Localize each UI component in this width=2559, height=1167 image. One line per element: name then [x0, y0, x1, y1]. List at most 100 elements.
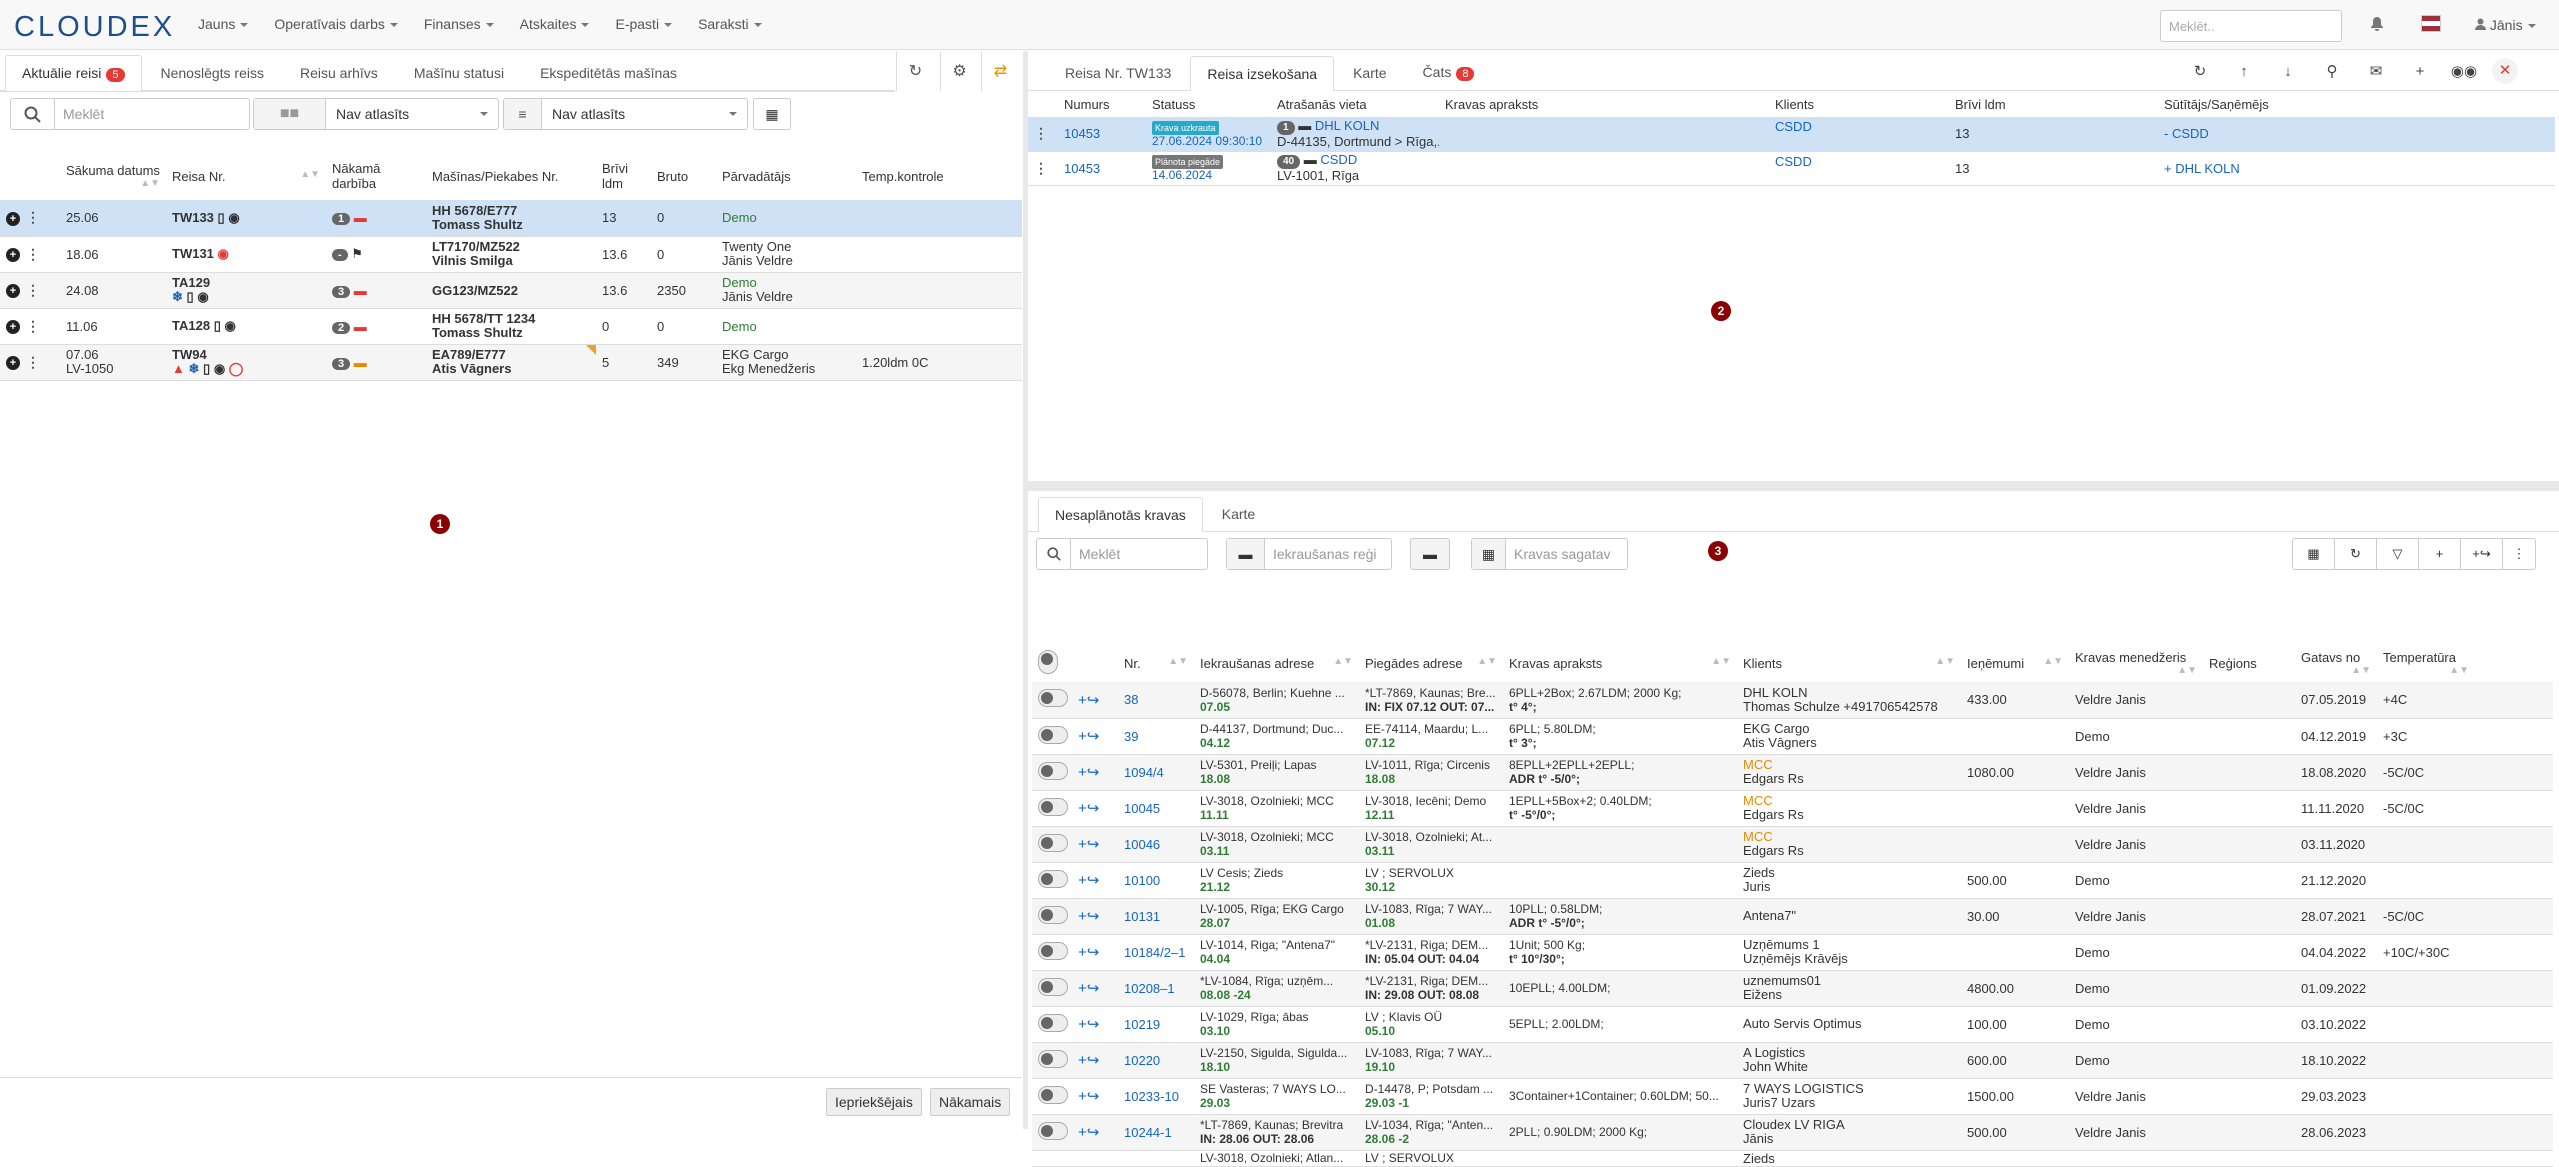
more-icon[interactable]: ⋮ — [2503, 539, 2535, 569]
trip-row[interactable]: + ⋮ 25.06 TW133 ▯ ◉ 1 ▬ HH 5678/E777 Tomas… — [0, 200, 1022, 237]
refresh-icon[interactable]: ↻ — [2335, 539, 2377, 569]
global-search-input[interactable] — [2160, 10, 2342, 42]
cargo-row[interactable]: +↪ 10244-1 *LT-7869, Kaunas; Brevitra IN: 2… — [1032, 1114, 2553, 1151]
cargo-nr[interactable]: 10208–1 — [1118, 970, 1194, 1007]
status-filter-select[interactable]: ≡ Nav atlasīts — [503, 98, 748, 130]
cargo-nr[interactable]: 10233-10 — [1118, 1078, 1194, 1115]
menu-operativais-darbs[interactable]: Operatīvais darbs — [274, 16, 398, 32]
select-toggle[interactable] — [1038, 689, 1068, 708]
select-toggle[interactable] — [1038, 1085, 1068, 1104]
expand-icon[interactable]: + — [6, 320, 20, 334]
select-toggle[interactable] — [1038, 761, 1068, 780]
select-toggle[interactable] — [1038, 1121, 1068, 1140]
tab-trip-tracking[interactable]: Reisa izsekošana — [1190, 56, 1335, 91]
trip-search-input[interactable]: Meklēt — [10, 98, 250, 130]
prev-page-button[interactable]: Iepriekšējais — [826, 1088, 922, 1116]
cargo-row-partial[interactable]: LV-3018, Ozolnieki; Atlan... LV ; SERVOLU… — [1032, 1150, 2553, 1167]
add-to-trip-icon[interactable]: +↪ — [1078, 980, 1099, 997]
arrow-up-icon[interactable]: ↑ — [2222, 63, 2266, 80]
col-cargo-desc[interactable]: Kravas apraksts ▲▼ — [1503, 644, 1737, 682]
refresh-icon[interactable]: ↻ — [2178, 62, 2222, 80]
select-toggle[interactable] — [1038, 869, 1068, 888]
cargo-nr[interactable]: 10045 — [1118, 790, 1194, 827]
expand-icon[interactable]: + — [6, 356, 20, 370]
tracking-row[interactable]: ⋮ 10453 Krava uzkrauta 27.06.2024 09:30:1… — [1028, 117, 2555, 152]
col-next-action[interactable]: Nākamā darbība — [326, 152, 426, 200]
columns-icon[interactable]: ▦ — [2293, 539, 2335, 569]
cargo-nr[interactable]: 10244-1 — [1118, 1114, 1194, 1151]
tracking-row[interactable]: ⋮ 10453 Plānota piegāde 14.06.2024 40 ▬ C… — [1028, 151, 2555, 186]
col-nr[interactable]: Nr. ▲▼ — [1118, 644, 1194, 682]
tab-trip-nr[interactable]: Reisa Nr. TW133 — [1048, 55, 1188, 90]
cargo-nr[interactable]: 39 — [1118, 718, 1194, 755]
cargo-row[interactable]: +↪ 10184/2–1 LV-1014, Riga; "Antena7" 04.04… — [1032, 934, 2553, 971]
tab-map[interactable]: Karte — [1336, 55, 1403, 90]
mail-icon[interactable]: ✉ — [2354, 62, 2398, 80]
cargo-row[interactable]: +↪ 38 D-56078, Berlin; Kuehne ... 07.05 *LT-… — [1032, 682, 2553, 719]
col-free-ldm[interactable]: Brīvi ldm — [596, 152, 651, 200]
cargo-row[interactable]: +↪ 10220 LV-2150, Sigulda, Sigulda... 18.10… — [1032, 1042, 2553, 1079]
trip-row[interactable]: + ⋮ 07.06 LV-1050 TW94 ▲ ❄ ▯ ◉ ◯ 3 ▬ EA789/… — [0, 344, 1022, 381]
cargo-row[interactable]: +↪ 10045 LV-3018, Ozolnieki; MCC 11.11 LV-30… — [1032, 790, 2553, 827]
select-toggle[interactable] — [1038, 833, 1068, 852]
col-trip-nr[interactable]: Reisa Nr. ▲▼ — [166, 152, 326, 200]
add-to-trip-icon[interactable]: +↪ — [1078, 1088, 1099, 1105]
vehicle-filter-select[interactable]: ■■ Nav atlasīts — [253, 98, 499, 130]
cargo-row[interactable]: +↪ 1094/4 LV-5301, Preiļi; Lapas 18.08 LV-10… — [1032, 754, 2553, 791]
tab-nenoslegts-reiss[interactable]: Nenoslēgts reiss — [144, 55, 282, 90]
add-icon[interactable]: + — [2398, 63, 2442, 80]
expand-icon[interactable]: + — [6, 211, 20, 226]
col-carrier[interactable]: Pārvadātājs — [716, 152, 856, 200]
cargo-nr[interactable]: 10131 — [1118, 898, 1194, 935]
col-temperature[interactable]: Temperatūra ▲▼ — [2377, 644, 2475, 682]
add-to-trip-icon[interactable]: +↪ — [1078, 692, 1099, 709]
cargo-row[interactable]: +↪ 10219 LV-1029, Rīga; ābas 03.10 LV ; Klav… — [1032, 1006, 2553, 1043]
cargo-row[interactable]: +↪ 10046 LV-3018, Ozolnieki; MCC 03.11 LV-30… — [1032, 826, 2553, 863]
ready-date-filter[interactable]: ▦ Kravas sagatav — [1471, 538, 1628, 570]
add-to-trip-icon[interactable]: +↪ — [1078, 872, 1099, 889]
more-icon[interactable]: ⋮ — [26, 246, 40, 262]
tab-map[interactable]: Karte — [1205, 496, 1272, 531]
trip-row[interactable]: + ⋮ 24.08 TA129 ❄ ▯ ◉ 3 ▬ GG123/MZ522 13.6… — [0, 272, 1022, 309]
bell-icon[interactable] — [2370, 16, 2384, 35]
cargo-row[interactable]: +↪ 10233-10 SE Vasteras; 7 WAYS LO... 29.03… — [1032, 1078, 2553, 1115]
trip-row[interactable]: + ⋮ 18.06 TW131 ◉ - ⚑ LT7170/MZ522 Vilnis … — [0, 236, 1022, 273]
menu-finanses[interactable]: Finanses — [424, 16, 494, 32]
col-loading-address[interactable]: Iekraušanas adrese ▲▼ — [1194, 644, 1359, 682]
col-truck[interactable]: Mašīnas/Piekabes Nr. — [426, 152, 596, 200]
more-icon[interactable]: ⋮ — [1034, 160, 1048, 176]
more-icon[interactable]: ⋮ — [26, 209, 40, 225]
col-delivery-address[interactable]: Piegādes adrese ▲▼ — [1359, 644, 1503, 682]
add-to-trip-icon[interactable]: +↪ — [1078, 764, 1099, 781]
more-icon[interactable]: ⋮ — [1034, 125, 1048, 141]
add-to-trip-icon[interactable]: +↪ — [1078, 836, 1099, 853]
panel-splitter-horizontal[interactable] — [1028, 481, 2559, 491]
pin-icon[interactable]: ⚲ — [2310, 62, 2354, 80]
cargo-nr[interactable]: 10219 — [1118, 1006, 1194, 1043]
cargo-nr[interactable]: 10100 — [1118, 862, 1194, 899]
menu-jauns[interactable]: Jauns — [198, 16, 249, 32]
columns-toggle-icon[interactable]: ▦ — [753, 98, 791, 130]
add-to-trip-icon[interactable]: +↪ — [1078, 908, 1099, 925]
tab-chat[interactable]: Čats 8 — [1406, 54, 1492, 90]
col-region[interactable]: Reģions — [2203, 644, 2295, 682]
cargo-row[interactable]: +↪ 10100 LV Cesis; Zieds 21.12 LV ; SERVOLUX… — [1032, 862, 2553, 899]
select-toggle[interactable] — [1038, 1013, 1068, 1032]
cargo-row[interactable]: +↪ 39 D-44137, Dortmund; Duc... 04.12 EE-741… — [1032, 718, 2553, 755]
close-icon[interactable]: ✕ — [2492, 58, 2518, 84]
col-client[interactable]: Klients ▲▼ — [1737, 644, 1961, 682]
add-route-icon[interactable]: +↪ — [2461, 539, 2503, 569]
select-toggle[interactable] — [1038, 941, 1068, 960]
cargo-nr[interactable]: 1094/4 — [1118, 754, 1194, 791]
trip-row[interactable]: + ⋮ 11.06 TA128 ▯ ◉ 2 ▬ HH 5678/TT 1234 To… — [0, 308, 1022, 345]
binoculars-icon[interactable]: ◉◉ — [2442, 62, 2486, 80]
next-page-button[interactable]: Nākamais — [930, 1088, 1011, 1116]
user-menu[interactable]: Jānis — [2475, 17, 2536, 33]
col-bruto[interactable]: Bruto — [651, 152, 716, 200]
more-icon[interactable]: ⋮ — [26, 282, 40, 298]
cargo-search-input[interactable]: Meklēt — [1036, 538, 1208, 570]
refresh-icon[interactable]: ↻ — [896, 51, 934, 91]
select-toggle[interactable] — [1038, 725, 1068, 744]
col-start-date[interactable]: Sākuma datums ▲▼ — [60, 152, 166, 200]
cargo-row[interactable]: +↪ 10131 LV-1005, Rīga; EKG Cargo 28.07 LV-1… — [1032, 898, 2553, 935]
